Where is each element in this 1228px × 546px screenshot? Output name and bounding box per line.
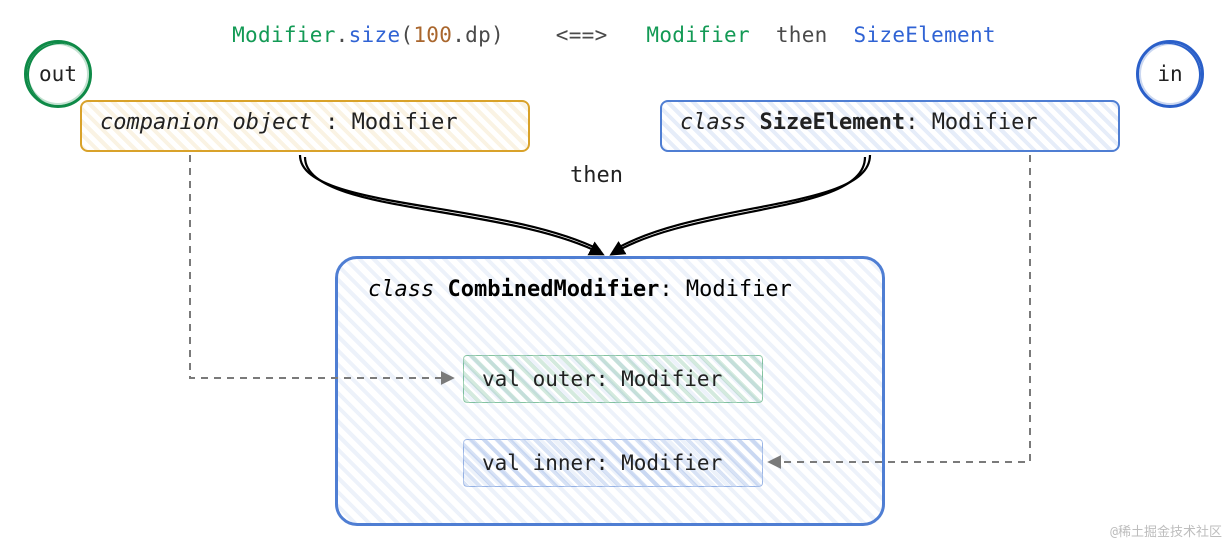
- size-element-box: class SizeElement: Modifier: [660, 100, 1120, 152]
- combined-name: CombinedModifier: [447, 277, 659, 302]
- watermark: @稀土掘金技术社区: [1110, 521, 1222, 540]
- token-pclose: ): [491, 23, 504, 47]
- token-size: size: [349, 23, 401, 47]
- companion-object-label: companion object: [100, 110, 312, 135]
- companion-object-type: Modifier: [352, 110, 458, 135]
- size-element-name: SizeElement: [759, 110, 905, 135]
- combined-type: Modifier: [686, 277, 792, 302]
- field-outer-text: val outer: Modifier: [482, 367, 722, 391]
- in-bubble: in: [1136, 40, 1204, 108]
- token-then: then: [776, 23, 828, 47]
- out-bubble-text: out: [39, 62, 77, 86]
- token-sizeelem: SizeElement: [854, 23, 996, 47]
- token-dp: .dp: [452, 23, 491, 47]
- token-modifier: Modifier: [232, 23, 336, 47]
- field-inner-text: val inner: Modifier: [482, 451, 722, 475]
- size-element-type: Modifier: [932, 110, 1038, 135]
- token-equiv: <==>: [556, 23, 608, 47]
- token-popen: (: [400, 23, 413, 47]
- combined-kw: class: [368, 277, 447, 302]
- token-dot: .: [336, 23, 349, 47]
- combined-modifier-title: class CombinedModifier: Modifier: [368, 277, 792, 302]
- then-label: then: [570, 163, 623, 188]
- field-outer: val outer: Modifier: [463, 355, 763, 403]
- size-element-colon: :: [905, 110, 932, 135]
- token-100: 100: [413, 23, 452, 47]
- out-bubble: out: [24, 40, 92, 108]
- top-expression: Modifier.size(100.dp) <==> Modifier then…: [0, 23, 1228, 47]
- arrow-then-right: [614, 155, 870, 250]
- companion-object-box: companion object : Modifier: [80, 100, 530, 152]
- size-element-kw: class: [680, 110, 759, 135]
- combined-modifier-box: class CombinedModifier: Modifier val out…: [335, 256, 885, 526]
- field-inner: val inner: Modifier: [463, 439, 763, 487]
- arrow-then-right2: [612, 157, 865, 254]
- token-modifier2: Modifier: [646, 23, 750, 47]
- arrow-then-left2: [305, 157, 602, 254]
- companion-object-colon: :: [312, 110, 352, 135]
- combined-colon: :: [659, 277, 686, 302]
- in-bubble-text: in: [1157, 62, 1182, 86]
- arrow-then-left: [300, 155, 600, 250]
